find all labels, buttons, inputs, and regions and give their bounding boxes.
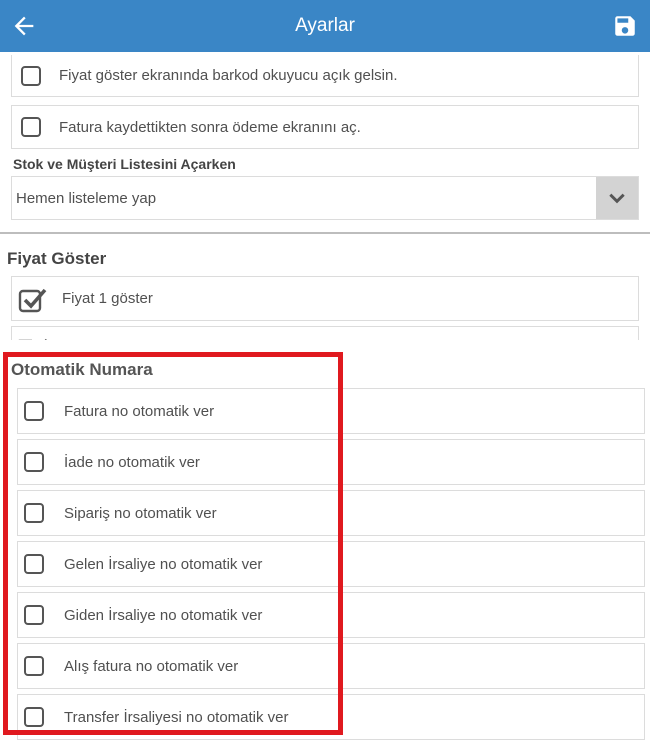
checkbox-checked-icon[interactable] bbox=[18, 285, 48, 313]
app-header: Ayarlar bbox=[0, 0, 650, 52]
page-title: Ayarlar bbox=[295, 15, 355, 36]
option-price-1[interactable]: Fiyat 1 göster bbox=[11, 276, 639, 321]
stock-list-title: Stok ve Müşteri Listesini Açarken bbox=[13, 156, 236, 172]
select-value: Hemen listeleme yap bbox=[16, 189, 157, 207]
stock-list-select[interactable]: Hemen listeleme yap bbox=[11, 176, 639, 220]
floppy-disk-icon[interactable] bbox=[612, 13, 638, 39]
option-open-payment[interactable]: Fatura kaydettikten sonra ödeme ekranını… bbox=[11, 105, 639, 149]
highlight-box bbox=[3, 352, 343, 735]
arrow-left-icon[interactable] bbox=[10, 12, 38, 40]
option-label: Fatura kaydettikten sonra ödeme ekranını… bbox=[59, 118, 361, 136]
chevron-down-icon[interactable] bbox=[596, 177, 638, 219]
option-label: Fiyat göster ekranında barkod okuyucu aç… bbox=[59, 67, 398, 84]
option-label: Fiyat 1 göster bbox=[62, 290, 153, 307]
divider bbox=[0, 232, 650, 234]
price-section-title: Fiyat Göster bbox=[7, 249, 107, 268]
checkbox[interactable] bbox=[21, 65, 41, 86]
checkbox[interactable] bbox=[21, 117, 41, 137]
option-barcode-reader[interactable]: Fiyat göster ekranında barkod okuyucu aç… bbox=[11, 55, 639, 97]
